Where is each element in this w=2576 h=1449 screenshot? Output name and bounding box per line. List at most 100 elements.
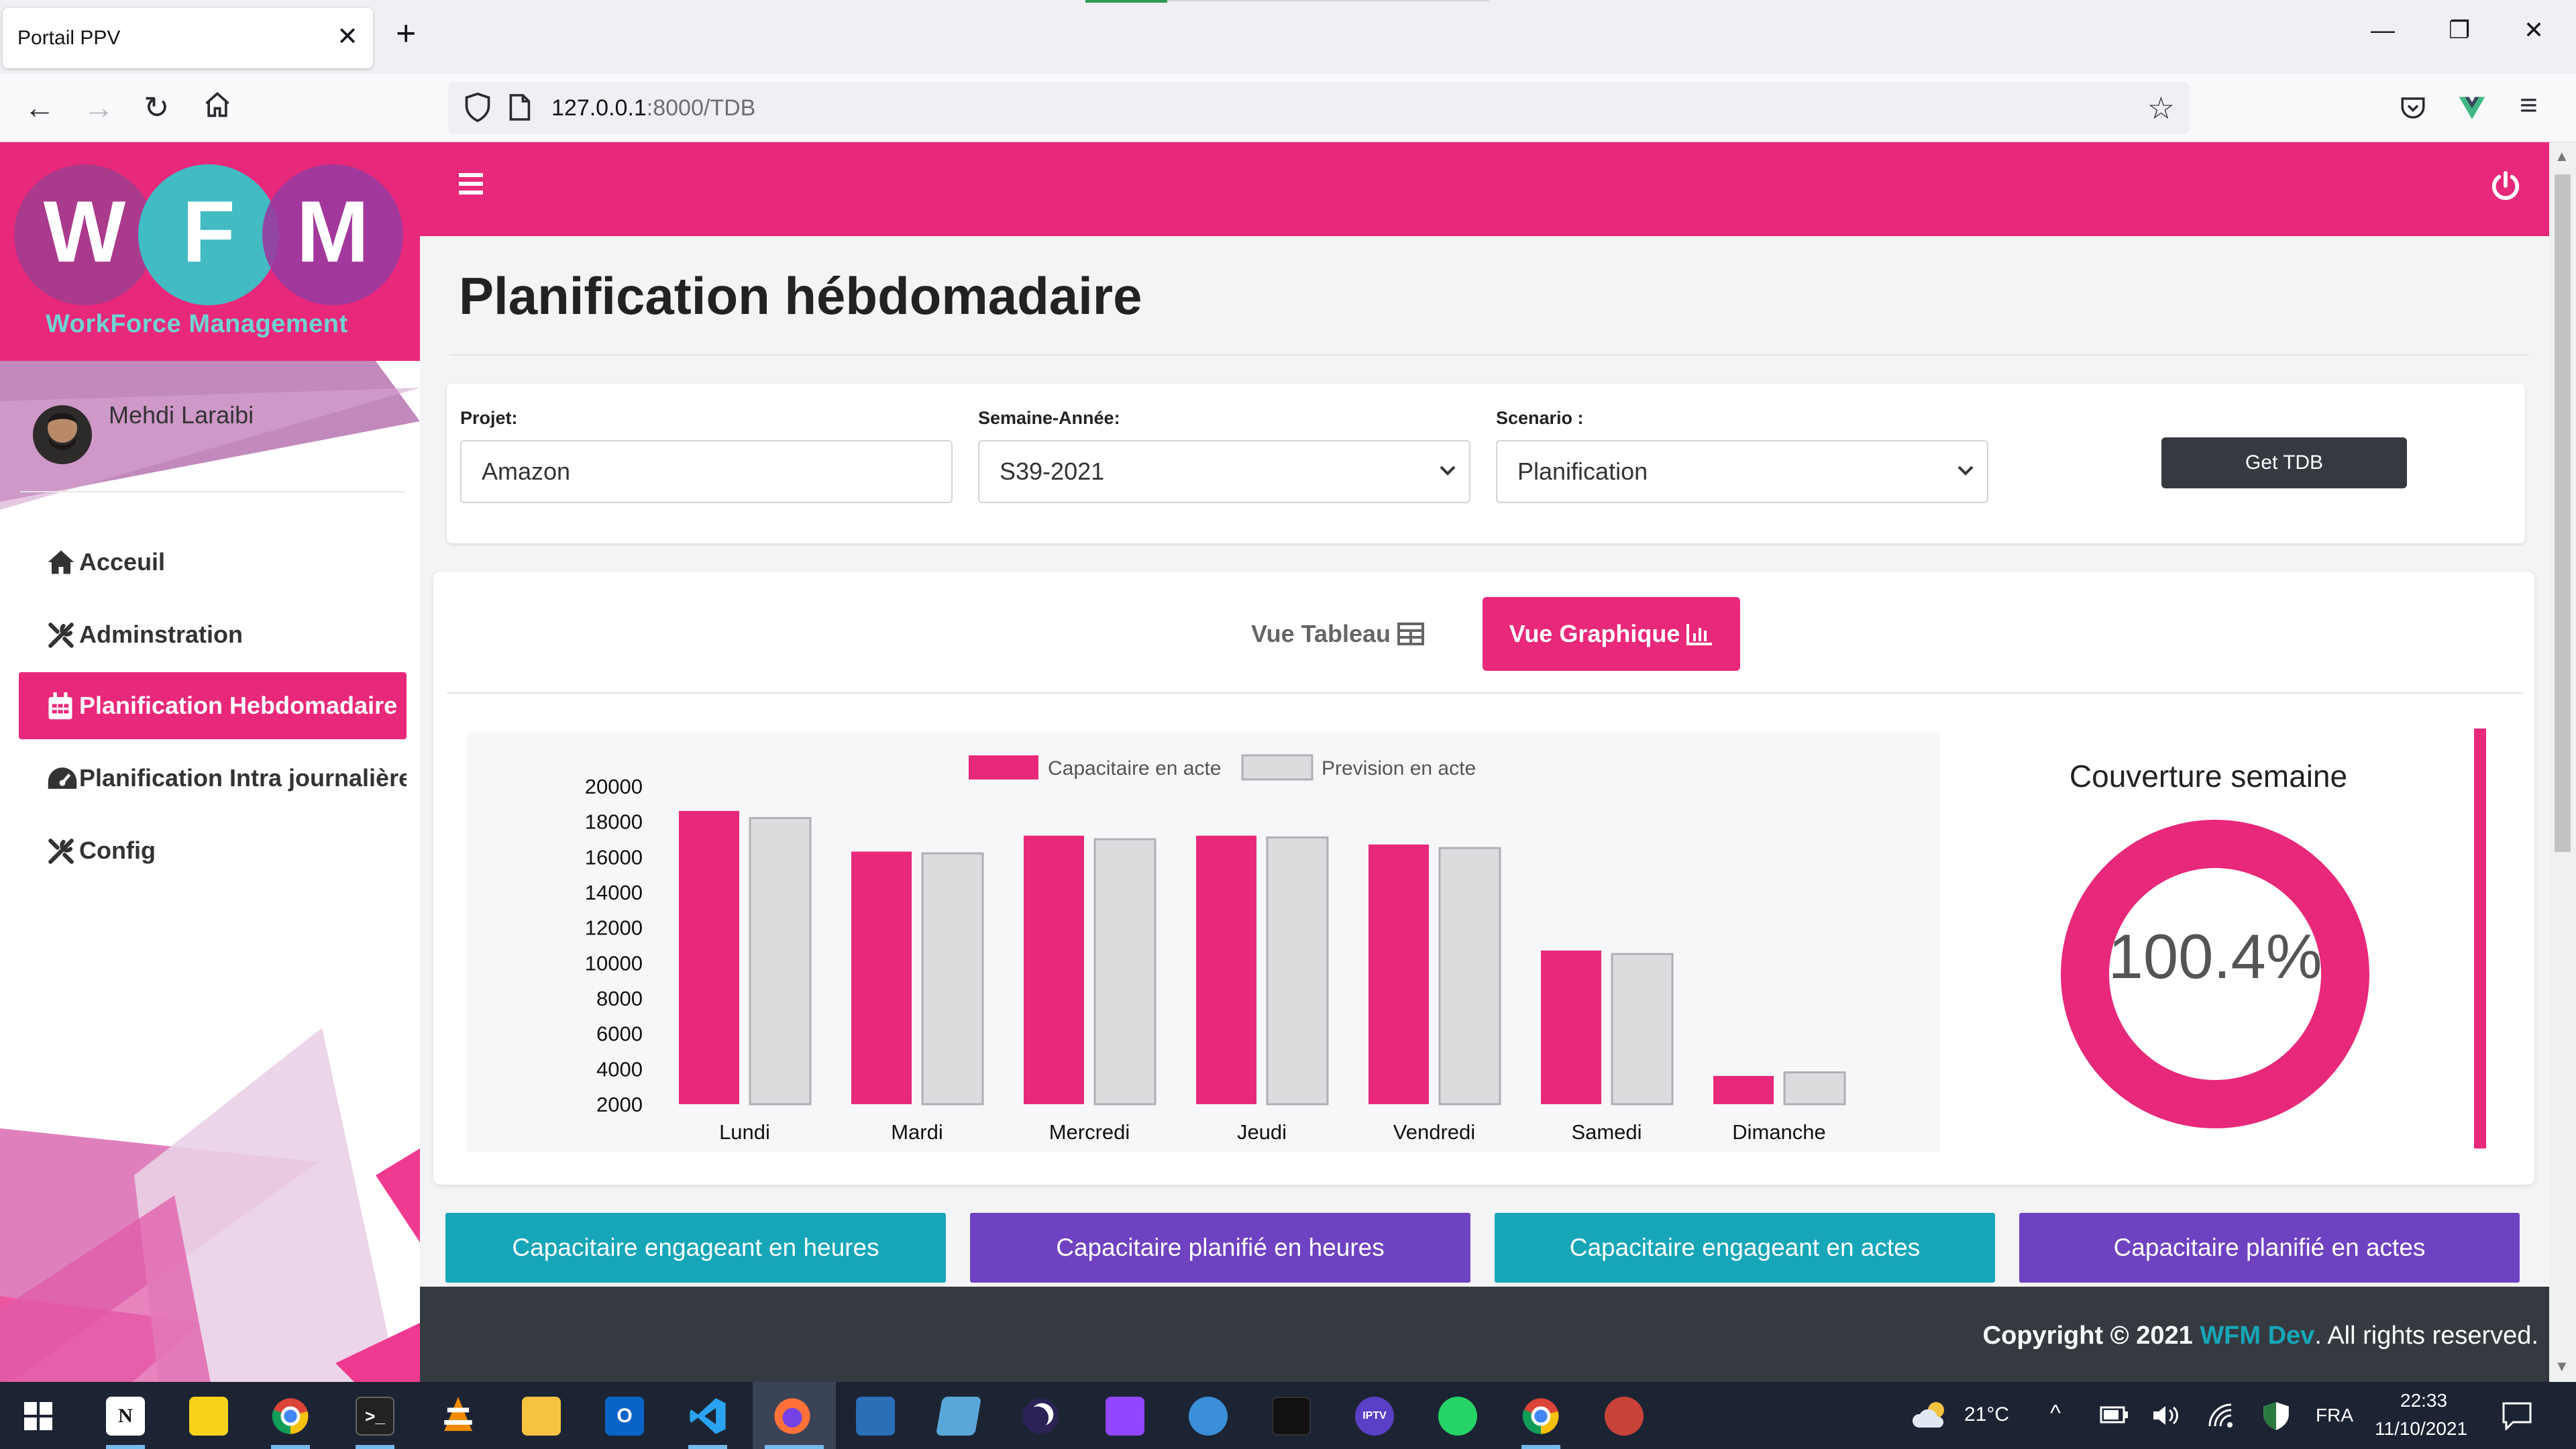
minimize-icon[interactable]: —	[2371, 16, 2395, 44]
legend-swatch	[969, 755, 1038, 780]
snipping-tool-icon[interactable]	[1605, 1397, 1644, 1436]
get-tdb-button[interactable]: Get TDB	[2161, 437, 2407, 488]
clock-date[interactable]: 11/10/2021	[2375, 1418, 2467, 1440]
notifications-icon[interactable]	[2502, 1402, 2532, 1430]
close-tab-icon[interactable]: ✕	[337, 21, 358, 52]
scroll-down-icon[interactable]: ▼	[2555, 1358, 2569, 1375]
browser-nav-bar: ← → ↻ 127.0.0.1:8000/TDB ☆ ≡	[0, 74, 2576, 142]
scroll-up-icon[interactable]: ▲	[2555, 148, 2569, 165]
clock-time[interactable]: 22:33	[2400, 1390, 2447, 1411]
url-path: :8000/TDB	[646, 95, 756, 121]
forward-icon[interactable]: →	[83, 89, 114, 126]
project-input[interactable]: Amazon	[460, 440, 953, 503]
chrome-profile-icon[interactable]	[1521, 1397, 1560, 1436]
tab-vue-tableau[interactable]: Vue Tableau	[1244, 597, 1432, 671]
twitch-icon[interactable]	[1106, 1397, 1144, 1436]
capacitaire-planifie-actes-button[interactable]: Capacitaire planifié en actes	[2019, 1213, 2520, 1283]
dashboard-icon	[48, 767, 77, 789]
vue-devtools-icon[interactable]	[2458, 93, 2486, 130]
taskbar: N >_ O IPTV 21°C ^ FRA 22:33 11/10/2021	[0, 1382, 2576, 1449]
running-indicator	[106, 1445, 145, 1449]
capacitaire-engageant-actes-button[interactable]: Capacitaire engageant en actes	[1495, 1213, 1995, 1283]
sidebar-item-adminstration[interactable]: Adminstration	[19, 601, 407, 668]
file-explorer-icon[interactable]	[522, 1397, 561, 1436]
sidebar-item-acceuil[interactable]: Acceuil	[19, 529, 407, 596]
page-scrollbar[interactable]: ▲ ▼	[2549, 142, 2576, 1382]
week-value: S39-2021	[1000, 458, 1105, 485]
sidebar-decoration	[0, 1028, 420, 1382]
vscode-icon[interactable]	[688, 1397, 727, 1436]
battery-icon[interactable]	[2100, 1405, 2129, 1425]
pocket-icon[interactable]	[2399, 93, 2427, 130]
coverage-value: 100.4%	[2108, 921, 2322, 991]
firefox-icon[interactable]	[773, 1397, 812, 1436]
security-shield-icon[interactable]	[2262, 1401, 2290, 1432]
volume-icon[interactable]	[2151, 1402, 2180, 1429]
terminal-icon[interactable]: >_	[356, 1397, 394, 1436]
back-icon[interactable]: ←	[24, 89, 55, 126]
url-host: 127.0.0.1	[551, 95, 647, 121]
windows-start-icon[interactable]	[24, 1402, 52, 1430]
logo-letter-f: F	[182, 182, 235, 280]
restore-icon[interactable]: ❐	[2449, 16, 2470, 44]
hamburger-menu-icon[interactable]	[459, 173, 483, 195]
footer-brand-link[interactable]: WFM Dev	[2200, 1322, 2314, 1350]
week-select[interactable]: S39-2021	[978, 440, 1470, 503]
wifi-icon[interactable]	[2207, 1402, 2237, 1429]
sticky-notes-icon[interactable]	[189, 1397, 228, 1436]
eclipse-icon[interactable]	[1021, 1397, 1060, 1436]
weather-icon[interactable]	[1912, 1399, 1952, 1430]
shield-icon[interactable]	[463, 91, 492, 127]
wfm-logo: W F M	[14, 164, 403, 305]
bookmark-star-icon[interactable]: ☆	[2147, 90, 2175, 126]
browser-tab[interactable]: Portail PPV ✕	[3, 8, 373, 68]
bar	[1783, 1071, 1846, 1106]
new-tab-icon[interactable]: +	[396, 13, 416, 54]
weather-temperature[interactable]: 21°C	[1964, 1403, 2009, 1426]
notion-icon[interactable]: N	[106, 1397, 145, 1436]
x-tick-label: Mardi	[891, 1120, 943, 1144]
capacitaire-planifie-heures-button[interactable]: Capacitaire planifié en heures	[970, 1213, 1470, 1283]
user-name: Mehdi Laraibi	[109, 401, 254, 429]
language-indicator[interactable]: FRA	[2316, 1405, 2353, 1426]
chevron-up-icon[interactable]: ^	[2050, 1401, 2061, 1427]
x-tick-label: Vendredi	[1393, 1120, 1475, 1144]
bird-app-icon[interactable]	[1189, 1397, 1228, 1436]
vlc-icon[interactable]	[439, 1395, 478, 1436]
tab-vue-graphique[interactable]: Vue Graphique	[1483, 597, 1740, 671]
media-app-icon[interactable]	[1272, 1397, 1311, 1436]
copyright-suffix: . All rights reserved.	[2314, 1322, 2538, 1350]
capacitaire-engageant-heures-button[interactable]: Capacitaire engageant en heures	[445, 1213, 946, 1283]
iptv-icon[interactable]: IPTV	[1355, 1397, 1394, 1436]
sidebar-item-label: Planification Hebdomadaire	[79, 692, 398, 719]
home-icon	[48, 550, 74, 574]
scroll-thumb[interactable]	[2555, 174, 2571, 852]
sidebar-item-planification-intra-journaliere[interactable]: Planification Intra journalière	[19, 745, 407, 812]
chrome-icon[interactable]	[271, 1397, 310, 1436]
close-window-icon[interactable]: ✕	[2524, 16, 2544, 44]
tab-strip-line	[1167, 0, 1489, 1]
bar	[1368, 844, 1429, 1104]
bar	[1024, 835, 1084, 1104]
scenario-select[interactable]: Planification	[1496, 440, 1988, 503]
page-viewport: W F M WorkForce Management Mehdi Laraibi…	[0, 142, 2549, 1382]
y-tick-label: 20000	[585, 775, 643, 798]
power-icon[interactable]	[2490, 170, 2521, 201]
whatsapp-icon[interactable]	[1438, 1397, 1477, 1436]
bar	[1713, 1075, 1774, 1104]
url-text[interactable]: 127.0.0.1:8000/TDB	[551, 95, 755, 121]
home-icon[interactable]	[203, 90, 232, 127]
sidebar-item-planification-hebdomadaire[interactable]: Planification Hebdomadaire	[19, 672, 407, 739]
bar	[749, 816, 812, 1106]
outlook-icon[interactable]: O	[605, 1397, 644, 1436]
avatar[interactable]	[32, 396, 93, 470]
menu-icon[interactable]: ≡	[2520, 86, 2538, 123]
page-info-icon[interactable]	[507, 93, 531, 125]
reload-icon[interactable]: ↻	[144, 89, 170, 126]
sidebar-item-config[interactable]: Config	[19, 817, 407, 884]
sidebar-item-label: Adminstration	[79, 621, 244, 648]
address-bar[interactable]: 127.0.0.1:8000/TDB ☆	[448, 82, 2190, 134]
remote-desktop-icon[interactable]	[856, 1397, 895, 1436]
bar-chart: 20000 18000 16000 14000 12000 10000 8000 6000 40…	[467, 733, 1940, 1152]
app-icon[interactable]	[935, 1397, 982, 1436]
